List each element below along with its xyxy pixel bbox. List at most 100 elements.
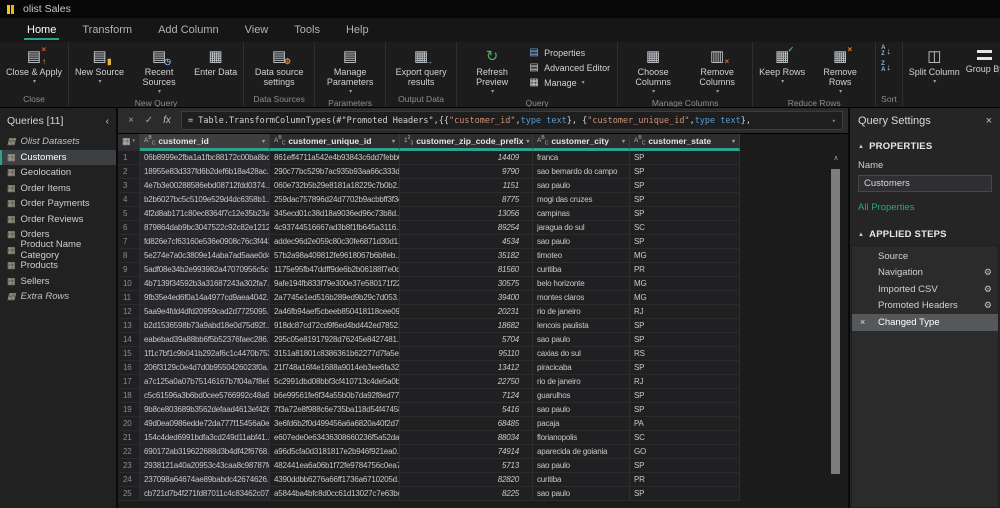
cell-customer-unique-id[interactable]: 259dac757896d24d7702b9acbbff3f3c [270,193,400,206]
cell-customer-id[interactable]: 206f3129c0e4d7d0b9550426023f0a... [140,361,270,374]
cell-customer-state[interactable]: SP [630,165,740,178]
cell-customer-zip-code-prefix[interactable]: 13412 [400,361,533,374]
cell-customer-zip-code-prefix[interactable]: 89254 [400,221,533,234]
applied-step-item[interactable]: Source [852,248,998,265]
cell-customer-zip-code-prefix[interactable]: 39400 [400,291,533,304]
cell-customer-id[interactable]: cb721d7b4f271fd87011c4c83462c076 [140,487,270,500]
sort-ascending-button[interactable]: AZ ↓ [879,44,893,58]
query-list-item[interactable]: ▦ Product Name Category [0,243,116,259]
cell-customer-unique-id[interactable]: 9afe194fb833f79e300e37e580171f22 [270,277,400,290]
cell-customer-id[interactable]: 9fb35e4ed6f0a14a4977cd9aea4042... [140,291,270,304]
row-number[interactable]: 2 [118,165,140,178]
cell-customer-zip-code-prefix[interactable]: 20231 [400,305,533,318]
cell-customer-zip-code-prefix[interactable]: 74914 [400,445,533,458]
cell-customer-unique-id[interactable]: 345ecd01c38d18a9036ed96c73b8d... [270,207,400,220]
cell-customer-unique-id[interactable]: 482441ea6a06b1f72fe9784756c0ea75 [270,459,400,472]
row-number[interactable]: 16 [118,361,140,374]
cell-customer-state[interactable]: SP [630,361,740,374]
cell-customer-id[interactable]: 879864dab9bc3047522c92c82e1212... [140,221,270,234]
cell-customer-city[interactable]: sao paulo [533,487,630,500]
query-list-item[interactable]: ▦ Order Items [0,181,116,197]
remove-columns-button[interactable]: ▥× Remove Columns▾ [685,43,749,97]
cell-customer-id[interactable]: 154c4ded6991bdfa3cd249d11abf41... [140,431,270,444]
cell-customer-state[interactable]: MG [630,291,740,304]
cell-customer-zip-code-prefix[interactable]: 7124 [400,389,533,402]
row-number[interactable]: 18 [118,389,140,402]
row-number[interactable]: 23 [118,459,140,472]
cell-customer-unique-id[interactable]: 060e732b5b29e8181a18229c7b0b2... [270,179,400,192]
cell-customer-state[interactable]: SP [630,235,740,248]
recent-sources-button[interactable]: ▤◷ Recent Sources▾ [127,43,191,97]
cell-customer-unique-id[interactable]: 2a46fb94aef5cbeeb850418118cee090 [270,305,400,318]
cell-customer-city[interactable]: sao paulo [533,235,630,248]
scrollbar-thumb[interactable] [831,169,840,474]
cell-customer-unique-id[interactable]: 4c93744516667ad3b8f1fb645a3116... [270,221,400,234]
cell-customer-id[interactable]: eabebad39a88bb6f5b52376faec286... [140,333,270,346]
cell-customer-city[interactable]: franca [533,151,630,164]
cell-customer-id[interactable]: 2938121a40a20953c43caa8c98787fcb [140,459,270,472]
row-number[interactable]: 13 [118,319,140,332]
cell-customer-zip-code-prefix[interactable]: 4534 [400,235,533,248]
cell-customer-unique-id[interactable]: 2a7745e1ed516b289ed9b29c7d053... [270,291,400,304]
cell-customer-state[interactable]: SP [630,389,740,402]
cell-customer-zip-code-prefix[interactable]: 88034 [400,431,533,444]
row-number[interactable]: 22 [118,445,140,458]
cell-customer-id[interactable]: 18955e83d337fd6b2def6b18a428ac... [140,165,270,178]
cell-customer-unique-id[interactable]: a5844ba4bfc8d0cc61d13027c7e63bcc [270,487,400,500]
cell-customer-city[interactable]: timoteo [533,249,630,262]
query-list-item[interactable]: ▦ Order Payments [0,196,116,212]
scroll-up-icon[interactable]: ∧ [830,153,842,165]
tab-view[interactable]: View [232,18,282,42]
tab-home[interactable]: Home [14,18,69,42]
cell-customer-city[interactable]: mogi das cruzes [533,193,630,206]
row-number[interactable]: 25 [118,487,140,500]
row-number[interactable]: 6 [118,221,140,234]
column-header-customer-city[interactable]: ABC customer_city ▾ [533,134,630,151]
sort-descending-button[interactable]: ZA ↓ [879,60,893,74]
formula-input[interactable]: = Table.TransformColumnTypes(#"Promoted … [181,111,843,130]
row-number[interactable]: 4 [118,193,140,206]
applied-step-item[interactable]: Navigation ⚙ [852,265,998,282]
cell-customer-zip-code-prefix[interactable]: 1151 [400,179,533,192]
cell-customer-city[interactable]: curitiba [533,473,630,486]
close-apply-button[interactable]: ▤×↑ Close & Apply▾ [3,43,65,87]
cell-customer-state[interactable]: PR [630,473,740,486]
query-list-item[interactable]: ▦ Customers [0,150,116,166]
cell-customer-zip-code-prefix[interactable]: 95110 [400,347,533,360]
query-list-item[interactable]: ▦ Olist Datasets [0,134,116,150]
export-query-results-button[interactable]: ▦→ Export query results [389,43,453,87]
cell-customer-city[interactable]: rio de janeiro [533,375,630,388]
split-column-button[interactable]: ◫ Split Column▾ [906,43,963,87]
cell-customer-id[interactable]: 49d0ea0986edde72da777f15456a0e... [140,417,270,430]
group-by-button[interactable]: Group By [963,43,1000,74]
new-source-button[interactable]: ▤▮ New Source▾ [72,43,127,87]
cell-customer-zip-code-prefix[interactable]: 8775 [400,193,533,206]
vertical-scrollbar[interactable]: ∧ [830,153,842,506]
cancel-formula-icon[interactable]: × [123,115,139,126]
filter-arrow-icon[interactable]: ▾ [622,138,625,145]
properties-button[interactable]: ▤ Properties [524,45,614,60]
column-header-customer-unique-id[interactable]: ABC customer_unique_id ▾ [270,134,400,151]
row-number[interactable]: 10 [118,277,140,290]
applied-step-item[interactable]: × Changed Type [852,314,998,331]
cell-customer-state[interactable]: SP [630,403,740,416]
cell-customer-city[interactable]: sao paulo [533,403,630,416]
cell-customer-state[interactable]: RS [630,347,740,360]
cell-customer-city[interactable]: sao bernardo do campo [533,165,630,178]
cell-customer-zip-code-prefix[interactable]: 82820 [400,473,533,486]
row-number[interactable]: 14 [118,333,140,346]
cell-customer-unique-id[interactable]: addec96d2e059c80c30fe6871d30d1... [270,235,400,248]
cell-customer-id[interactable]: 4f2d8ab171c80ec8364f7c12e35b23ad [140,207,270,220]
row-number[interactable]: 21 [118,431,140,444]
tab-tools[interactable]: Tools [281,18,333,42]
cell-customer-id[interactable]: 1f1c7bf1c9b041b292af6c1c4470b753 [140,347,270,360]
query-list-item[interactable]: ▦ Order Reviews [0,212,116,228]
cell-customer-state[interactable]: PA [630,417,740,430]
cell-customer-id[interactable]: 4e7b3e00288586ebd08712fdd0374... [140,179,270,192]
cell-customer-zip-code-prefix[interactable]: 8225 [400,487,533,500]
collapse-panel-icon[interactable]: ‹ [106,116,109,127]
cell-customer-state[interactable]: SP [630,487,740,500]
cell-customer-state[interactable]: SP [630,207,740,220]
cell-customer-unique-id[interactable]: 21f748a16f4e1688a9014eb3ee6fa325 [270,361,400,374]
refresh-preview-button[interactable]: ↻ Refresh Preview▾ [460,43,524,97]
